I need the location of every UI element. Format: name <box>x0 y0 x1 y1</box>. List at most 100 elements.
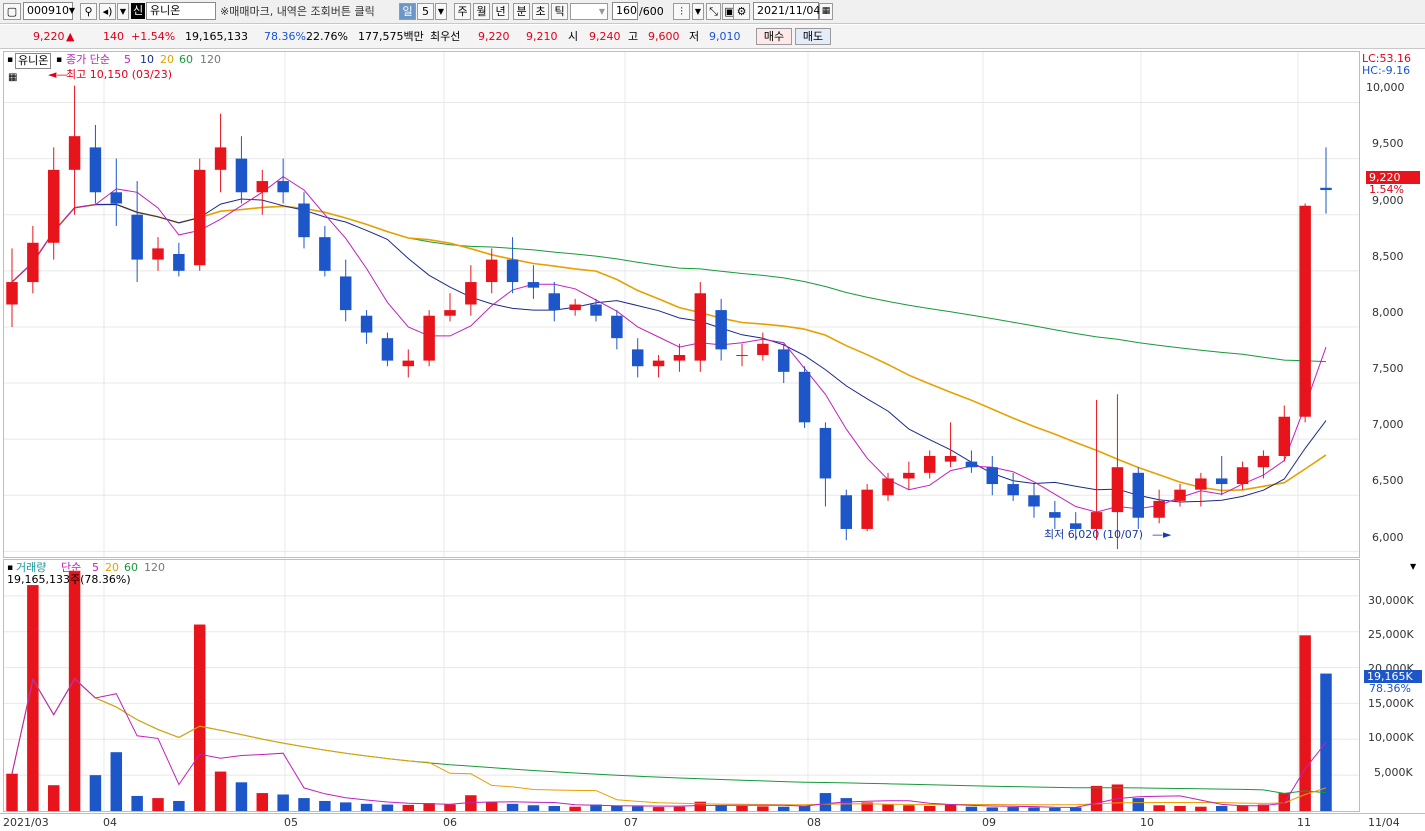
candle-body <box>277 181 289 193</box>
calendar-icon[interactable]: ▦ <box>819 3 833 20</box>
stock-legend-label[interactable]: 유니온 <box>15 53 52 69</box>
candle-body <box>1257 456 1270 468</box>
candle-body <box>1215 478 1228 485</box>
volume-bar <box>631 806 644 811</box>
volume-bar <box>298 798 310 811</box>
volume-bar <box>1195 806 1207 811</box>
screen-icon[interactable]: ▢ <box>3 3 21 20</box>
draw-tool-icon[interactable]: ⤡ <box>706 3 721 20</box>
candle-body <box>193 169 206 266</box>
volume-bar <box>798 805 811 811</box>
candle-body <box>110 192 123 204</box>
price-tick: 8,000 <box>1372 306 1404 319</box>
volume-chart-panel[interactable]: ▪ 거래량 단순 5 20 60 120 19,165,133주(78.36%) <box>3 559 1360 812</box>
volume-bar <box>89 775 102 811</box>
candle-body <box>1007 484 1019 496</box>
table-icon[interactable]: ▦ <box>8 71 17 85</box>
volume-bar <box>1132 798 1145 811</box>
tab-second[interactable]: 초 <box>532 3 549 20</box>
price-change-pct: +1.54% <box>131 30 176 43</box>
gear-icon[interactable]: ⚙ <box>733 3 750 20</box>
price-chart[interactable] <box>4 52 1359 557</box>
stock-name-field[interactable]: 유니온 <box>146 2 216 20</box>
candle-toggle-icon[interactable]: ⫶ <box>673 3 690 20</box>
speaker-icon[interactable]: ◂) <box>99 3 116 20</box>
turnover-rate: 22.76% <box>306 30 348 43</box>
candle-body <box>6 282 18 305</box>
candle-body <box>1278 416 1291 456</box>
volume-bar <box>277 794 289 811</box>
time-tick: 10 <box>1140 816 1154 829</box>
time-tick: 09 <box>982 816 996 829</box>
tab-day-count[interactable]: 5 <box>417 3 434 20</box>
candle-body <box>1236 467 1249 485</box>
tab-day[interactable]: 일 <box>399 3 416 20</box>
volume-bar <box>1090 785 1103 811</box>
price-tick: 6,500 <box>1372 474 1404 487</box>
volume-ratio: 78.36% <box>264 30 306 43</box>
volume-bar <box>319 800 331 811</box>
candle-body <box>986 467 999 485</box>
candle-body <box>840 495 853 529</box>
tab-year[interactable]: 년 <box>492 3 509 20</box>
volume-bar <box>882 804 894 811</box>
volume-bar <box>360 803 373 811</box>
interval-select[interactable]: ▼ <box>570 3 608 20</box>
count-total: /600 <box>639 5 664 18</box>
sell-button[interactable]: 매도 <box>795 28 831 45</box>
volume-bar <box>944 804 957 811</box>
candle-body <box>235 158 248 193</box>
candle-body <box>1049 512 1061 518</box>
candle-body <box>1028 495 1040 507</box>
ma-legend-label: 종가 단순 <box>66 53 110 66</box>
volume-bar <box>1299 635 1311 811</box>
price-chart-panel[interactable]: ▪ 유니온 ▪ 종가 단순 5 10 20 60 120 ▦ ◄— 최고 10,… <box>3 51 1360 558</box>
volume-bar <box>736 805 748 811</box>
candle-body <box>381 338 394 361</box>
candle-body <box>673 355 686 361</box>
volume-ma20-line <box>11 677 1327 806</box>
volume-tick: 15,000K <box>1368 697 1414 710</box>
ma5-line <box>11 175 1327 513</box>
open-price: 9,240 <box>589 30 621 43</box>
volume-bar <box>548 805 561 811</box>
trade-amount: 177,575백만 <box>358 30 424 43</box>
buy-button[interactable]: 매수 <box>756 28 792 45</box>
tab-tick[interactable]: 틱 <box>551 3 568 20</box>
candle-body <box>319 237 331 271</box>
volume-bar <box>715 805 727 811</box>
volume-tag-pct: 78.36% <box>1369 682 1411 695</box>
candle-body <box>360 315 373 333</box>
tab-week[interactable]: 주 <box>454 3 471 20</box>
price-tick: 7,500 <box>1372 362 1404 375</box>
count-input[interactable]: 160 <box>612 2 638 20</box>
volume-axis-menu-icon[interactable]: ▼ <box>1410 560 1416 574</box>
candle-body <box>694 293 707 361</box>
search-icon[interactable]: ⚲ <box>80 3 97 20</box>
candle-body <box>944 456 957 462</box>
code-dropdown-icon[interactable]: ▼ <box>66 3 78 20</box>
vol-ma120-legend: 120 <box>144 561 165 574</box>
trade-volume: 19,165,133 <box>185 30 248 43</box>
price-tick: 10,000 <box>1366 81 1405 94</box>
candle-body <box>1320 187 1332 191</box>
volume-tick: 5,000K <box>1374 766 1413 779</box>
volume-bar <box>694 801 707 811</box>
day-count-dropdown-icon[interactable]: ▼ <box>435 3 447 20</box>
tab-minute[interactable]: 분 <box>513 3 530 20</box>
date-input[interactable]: 2021/11/04 <box>753 2 820 20</box>
candle-body <box>173 254 185 271</box>
menu-square-icon[interactable]: ▪ <box>7 53 13 67</box>
ma-menu-icon[interactable]: ▪ <box>56 53 62 67</box>
candle-body <box>506 259 519 283</box>
candle-body <box>569 304 581 311</box>
volume-chart[interactable] <box>4 560 1359 811</box>
candle-body <box>1195 478 1207 490</box>
candle-dropdown-icon[interactable]: ▼ <box>692 3 704 20</box>
ma60-line <box>11 203 1327 363</box>
candle-body <box>757 343 769 355</box>
speaker-dropdown-icon[interactable]: ▼ <box>117 3 129 20</box>
tab-month[interactable]: 월 <box>473 3 490 20</box>
candle-body <box>631 349 644 367</box>
candle-body <box>861 489 873 529</box>
